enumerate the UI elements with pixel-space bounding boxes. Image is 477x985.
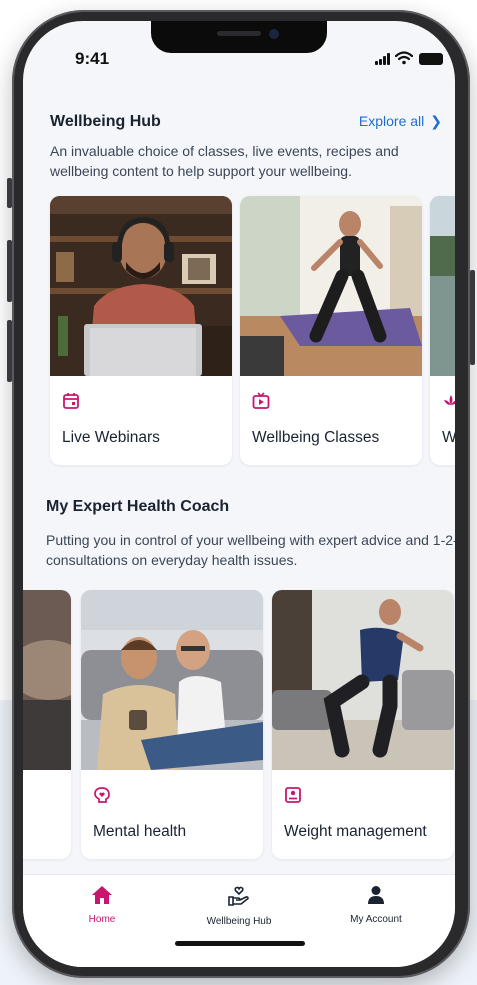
front-camera bbox=[269, 29, 279, 39]
tab-home[interactable]: Home bbox=[47, 885, 157, 925]
mental-health-label: Mental health bbox=[93, 823, 187, 840]
calendar-icon bbox=[63, 393, 79, 409]
wellbeing-hub-title: Wellbeing Hub bbox=[50, 113, 161, 130]
man-with-headphones-photo bbox=[50, 196, 232, 376]
live-webinars-card[interactable]: Live Webinars bbox=[50, 196, 232, 465]
hand-heart-icon bbox=[228, 886, 249, 906]
tab-my-account-label: My Account bbox=[350, 914, 402, 925]
status-time: 9:41 bbox=[75, 49, 110, 68]
app-screen: 9:41 Wellbeing Hub Explore all ❯ An inval… bbox=[23, 21, 455, 967]
home-icon bbox=[92, 886, 112, 904]
tab-wellbeing-hub-label: Wellbeing Hub bbox=[206, 916, 272, 927]
coach-card-partial[interactable] bbox=[23, 590, 71, 859]
wellbeing-classes-card[interactable]: Wellbeing Classes bbox=[240, 196, 422, 465]
tab-home-label: Home bbox=[88, 914, 116, 925]
live-webinars-label: Live Webinars bbox=[62, 429, 160, 446]
person-icon bbox=[368, 886, 384, 904]
tv-play-icon bbox=[252, 392, 270, 409]
power-button bbox=[470, 270, 475, 365]
home-indicator bbox=[175, 941, 305, 946]
chevron-right-icon: ❯ bbox=[430, 113, 442, 129]
wellbeing-hub-header: Wellbeing Hub Explore all ❯ bbox=[50, 113, 442, 135]
weight-management-label: Weight management bbox=[284, 823, 427, 840]
battery-icon bbox=[419, 53, 443, 65]
volume-up-button bbox=[7, 240, 12, 302]
sleeping-person-photo bbox=[23, 590, 71, 770]
wellbeing-card-partial-label: We bbox=[442, 429, 455, 446]
lotus-icon bbox=[444, 395, 455, 405]
volume-down-button bbox=[7, 320, 12, 382]
mute-switch bbox=[7, 178, 12, 208]
woman-exercising-photo bbox=[240, 196, 422, 376]
explore-all-label: Explore all bbox=[358, 113, 425, 129]
tab-my-account[interactable]: My Account bbox=[321, 885, 431, 925]
mental-health-card[interactable]: Mental health bbox=[81, 590, 263, 859]
weight-management-card[interactable]: Weight management bbox=[272, 590, 454, 859]
two-men-laughing-photo bbox=[81, 590, 263, 770]
tab-wellbeing-hub[interactable]: Wellbeing Hub bbox=[184, 885, 294, 927]
health-coach-title: My Expert Health Coach bbox=[46, 498, 230, 515]
bottom-tab-bar: Home Wellbeing Hub My Account bbox=[23, 874, 455, 967]
speaker-grille bbox=[217, 31, 261, 36]
wellbeing-hub-description: An invaluable choice of classes, live ev… bbox=[50, 143, 399, 179]
health-coach-description: Putting you in control of your wellbeing… bbox=[46, 532, 455, 568]
wifi-icon bbox=[395, 51, 413, 65]
signal-icon bbox=[375, 53, 391, 65]
scale-icon bbox=[285, 787, 301, 803]
wellbeing-card-partial[interactable]: We bbox=[430, 196, 455, 465]
wellbeing-classes-label: Wellbeing Classes bbox=[252, 429, 380, 446]
lake-landscape-photo bbox=[430, 196, 455, 376]
man-squatting-photo bbox=[272, 590, 454, 770]
head-heart-icon bbox=[94, 787, 110, 803]
explore-all-link[interactable]: Explore all ❯ bbox=[359, 113, 442, 130]
notch bbox=[151, 21, 327, 53]
